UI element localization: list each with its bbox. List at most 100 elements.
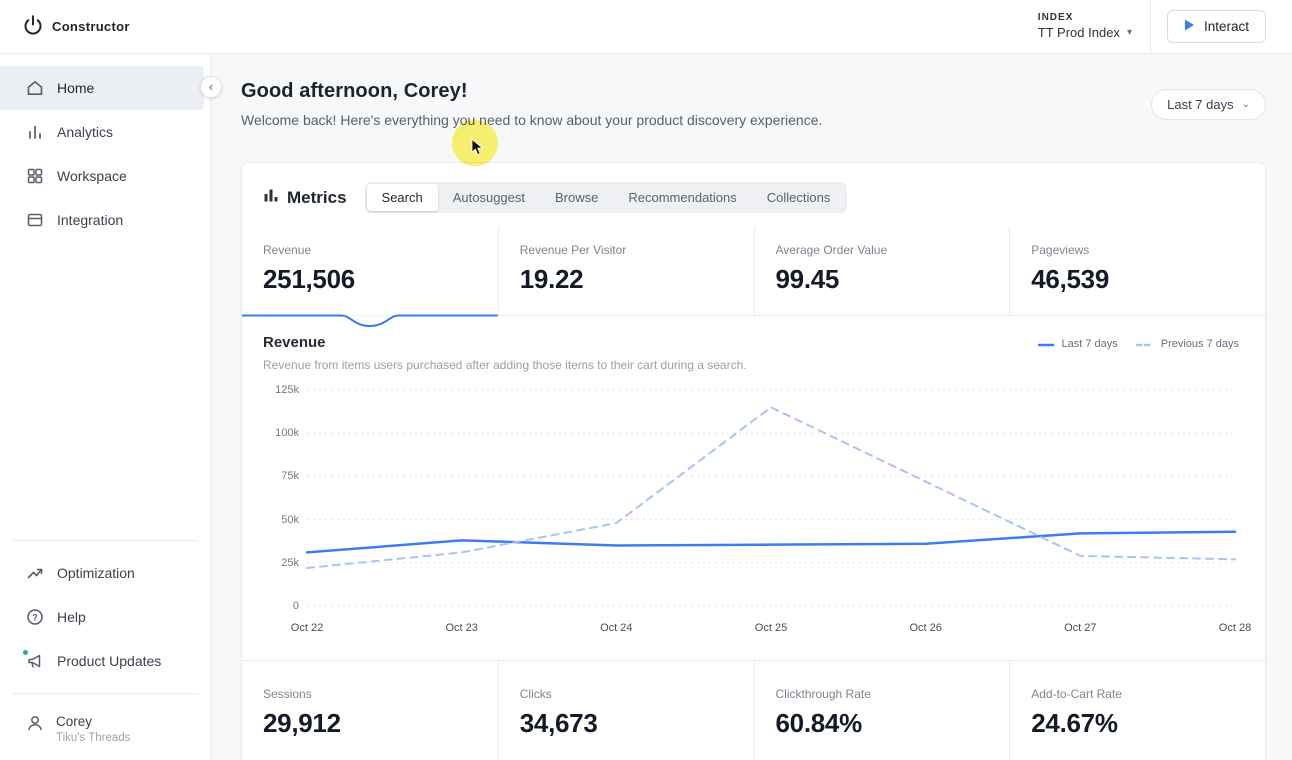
topbar-divider bbox=[1149, 0, 1151, 54]
tab-browse[interactable]: Browse bbox=[540, 184, 613, 211]
tile-value: 60.84% bbox=[775, 708, 863, 738]
mouse-cursor-icon bbox=[471, 138, 486, 161]
sidebar-item-analytics[interactable]: Analytics bbox=[0, 110, 210, 154]
sidebar-item-home[interactable]: Home bbox=[0, 66, 204, 110]
topbar: Constructor INDEX TT Prod Index ▾ Intera… bbox=[0, 0, 1292, 54]
y-tick-label: 50k bbox=[281, 513, 299, 526]
metric-tile-clicks[interactable]: Clicks 34,673 bbox=[497, 661, 754, 760]
tile-label: Revenue Per Visitor bbox=[519, 243, 627, 257]
metric-tiles-row: Revenue 251,506 Revenue Per Visitor 19.2… bbox=[242, 227, 1265, 328]
home-icon bbox=[26, 79, 44, 97]
metrics-card: Metrics Search Autosuggest Browse Recomm… bbox=[241, 162, 1266, 760]
x-tick-label: Oct 26 bbox=[909, 622, 942, 634]
sidebar-item-help[interactable]: ? Help bbox=[0, 595, 210, 639]
help-icon: ? bbox=[26, 608, 44, 626]
sidebar-divider bbox=[12, 540, 198, 541]
page-header: Good afternoon, Corey! Welcome back! Her… bbox=[241, 80, 1266, 128]
legend-previous-7-days[interactable]: Previous 7 days bbox=[1135, 338, 1239, 350]
tile-value: 24.67% bbox=[1031, 708, 1118, 738]
interact-label: Interact bbox=[1203, 19, 1249, 34]
sidebar-item-optimization[interactable]: Optimization bbox=[0, 551, 210, 595]
page-subtitle: Welcome back! Here's everything you need… bbox=[241, 112, 823, 128]
sidebar-item-label: Home bbox=[57, 80, 95, 96]
y-tick-label: 25k bbox=[281, 556, 299, 569]
sidebar-item-product-updates[interactable]: Product Updates bbox=[0, 639, 210, 683]
tile-label: Pageviews bbox=[1031, 243, 1090, 257]
caret-down-icon: ▾ bbox=[1126, 26, 1132, 38]
sidebar-item-label: Help bbox=[57, 609, 86, 625]
tile-value: 99.45 bbox=[775, 264, 840, 294]
tile-label: Revenue bbox=[263, 243, 312, 257]
date-range-selector[interactable]: Last 7 days ⌄ bbox=[1151, 89, 1266, 120]
svg-text:?: ? bbox=[32, 612, 38, 622]
green-dot-badge bbox=[22, 649, 29, 656]
tile-label: Clicks bbox=[519, 687, 552, 701]
tile-label: Add-to-Cart Rate bbox=[1031, 687, 1122, 701]
tile-label: Average Order Value bbox=[775, 243, 888, 257]
index-value: TT Prod Index bbox=[1037, 24, 1120, 40]
tab-recommendations[interactable]: Recommendations bbox=[613, 184, 751, 211]
chevron-left-icon: ‹ bbox=[208, 78, 214, 94]
tab-collections[interactable]: Collections bbox=[752, 184, 846, 211]
tile-value: 29,912 bbox=[263, 708, 341, 738]
sidebar-item-integration[interactable]: Integration bbox=[0, 198, 210, 242]
sidebar-item-label: Analytics bbox=[57, 124, 114, 140]
interact-button[interactable]: Interact bbox=[1166, 10, 1266, 43]
secondary-metric-tiles-row: Sessions 29,912 Clicks 34,673 Clickthrou… bbox=[242, 660, 1265, 760]
workspace-icon bbox=[26, 167, 44, 185]
x-tick-label: Oct 23 bbox=[445, 622, 478, 634]
x-tick-label: Oct 22 bbox=[290, 622, 324, 634]
user-menu[interactable]: Corey Tiku's Threads bbox=[0, 704, 210, 760]
chart-title: Revenue bbox=[263, 334, 326, 351]
sidebar: Home Analytics Workspace Integration Opt… bbox=[0, 54, 211, 760]
y-axis-labels: 0 25k 50k 75k 100k 125k bbox=[263, 384, 299, 612]
legend-last-7-days[interactable]: Last 7 days bbox=[1038, 338, 1118, 350]
date-range-value: Last 7 days bbox=[1167, 97, 1234, 112]
metric-tile-pageviews[interactable]: Pageviews 46,539 bbox=[1009, 227, 1265, 315]
x-axis-labels: Oct 22 Oct 23 Oct 24 Oct 25 Oct 26 Oct 27 Oct … bbox=[291, 606, 1251, 638]
sidebar-item-label: Workspace bbox=[57, 168, 127, 184]
user-icon bbox=[26, 714, 44, 732]
main-content: Good afternoon, Corey! Welcome back! Her… bbox=[212, 54, 1292, 760]
metrics-tab-group: Search Autosuggest Browse Recommendation… bbox=[364, 182, 848, 213]
tile-label: Clickthrough Rate bbox=[775, 687, 871, 701]
metric-tile-clickthrough-rate[interactable]: Clickthrough Rate 60.84% bbox=[753, 661, 1010, 760]
tab-search[interactable]: Search bbox=[366, 184, 438, 211]
index-selector[interactable]: INDEX TT Prod Index ▾ bbox=[1038, 12, 1132, 41]
brand: Constructor bbox=[0, 13, 130, 40]
sidebar-item-label: Optimization bbox=[57, 565, 135, 581]
dashed-line-swatch-icon bbox=[1135, 338, 1154, 350]
y-tick-label: 0 bbox=[292, 600, 299, 612]
selected-tile-indicator bbox=[242, 314, 498, 328]
constructor-logo-icon bbox=[22, 13, 44, 40]
tab-autosuggest[interactable]: Autosuggest bbox=[438, 184, 540, 211]
x-tick-label: Oct 28 bbox=[1218, 622, 1252, 634]
sidebar-divider bbox=[12, 693, 198, 694]
x-tick-label: Oct 25 bbox=[754, 622, 788, 634]
metric-tile-revenue-per-visitor[interactable]: Revenue Per Visitor 19.22 bbox=[497, 227, 754, 315]
optimization-icon bbox=[26, 564, 44, 582]
chart-subtitle: Revenue from items users purchased after… bbox=[263, 358, 747, 372]
metric-tile-revenue[interactable]: Revenue 251,506 bbox=[242, 227, 498, 328]
sidebar-item-label: Product Updates bbox=[57, 653, 162, 669]
sidebar-item-workspace[interactable]: Workspace bbox=[0, 154, 210, 198]
integration-icon bbox=[26, 211, 44, 229]
bar-chart-icon bbox=[263, 187, 279, 208]
metric-tile-add-to-cart-rate[interactable]: Add-to-Cart Rate 24.67% bbox=[1009, 661, 1265, 760]
tile-value: 46,539 bbox=[1031, 264, 1109, 294]
metric-tile-sessions[interactable]: Sessions 29,912 bbox=[242, 661, 498, 760]
chart-header: Revenue Revenue from items users purchas… bbox=[263, 334, 1239, 372]
analytics-icon bbox=[26, 123, 44, 141]
product-updates-icon bbox=[22, 649, 44, 670]
metrics-title: Metrics bbox=[263, 187, 347, 208]
chart-legend: Last 7 days Previous 7 days bbox=[1038, 338, 1239, 350]
page-title: Good afternoon, Corey! bbox=[241, 80, 468, 102]
brand-name: Constructor bbox=[52, 19, 130, 34]
tile-label: Sessions bbox=[263, 687, 312, 701]
y-tick-label: 100k bbox=[275, 427, 299, 440]
chart-svg bbox=[307, 390, 1235, 606]
chart-plot-area bbox=[307, 390, 1235, 606]
chevron-down-icon: ⌄ bbox=[1241, 99, 1250, 110]
sidebar-collapse-button[interactable]: ‹ bbox=[200, 76, 222, 98]
metric-tile-average-order-value[interactable]: Average Order Value 99.45 bbox=[753, 227, 1010, 315]
